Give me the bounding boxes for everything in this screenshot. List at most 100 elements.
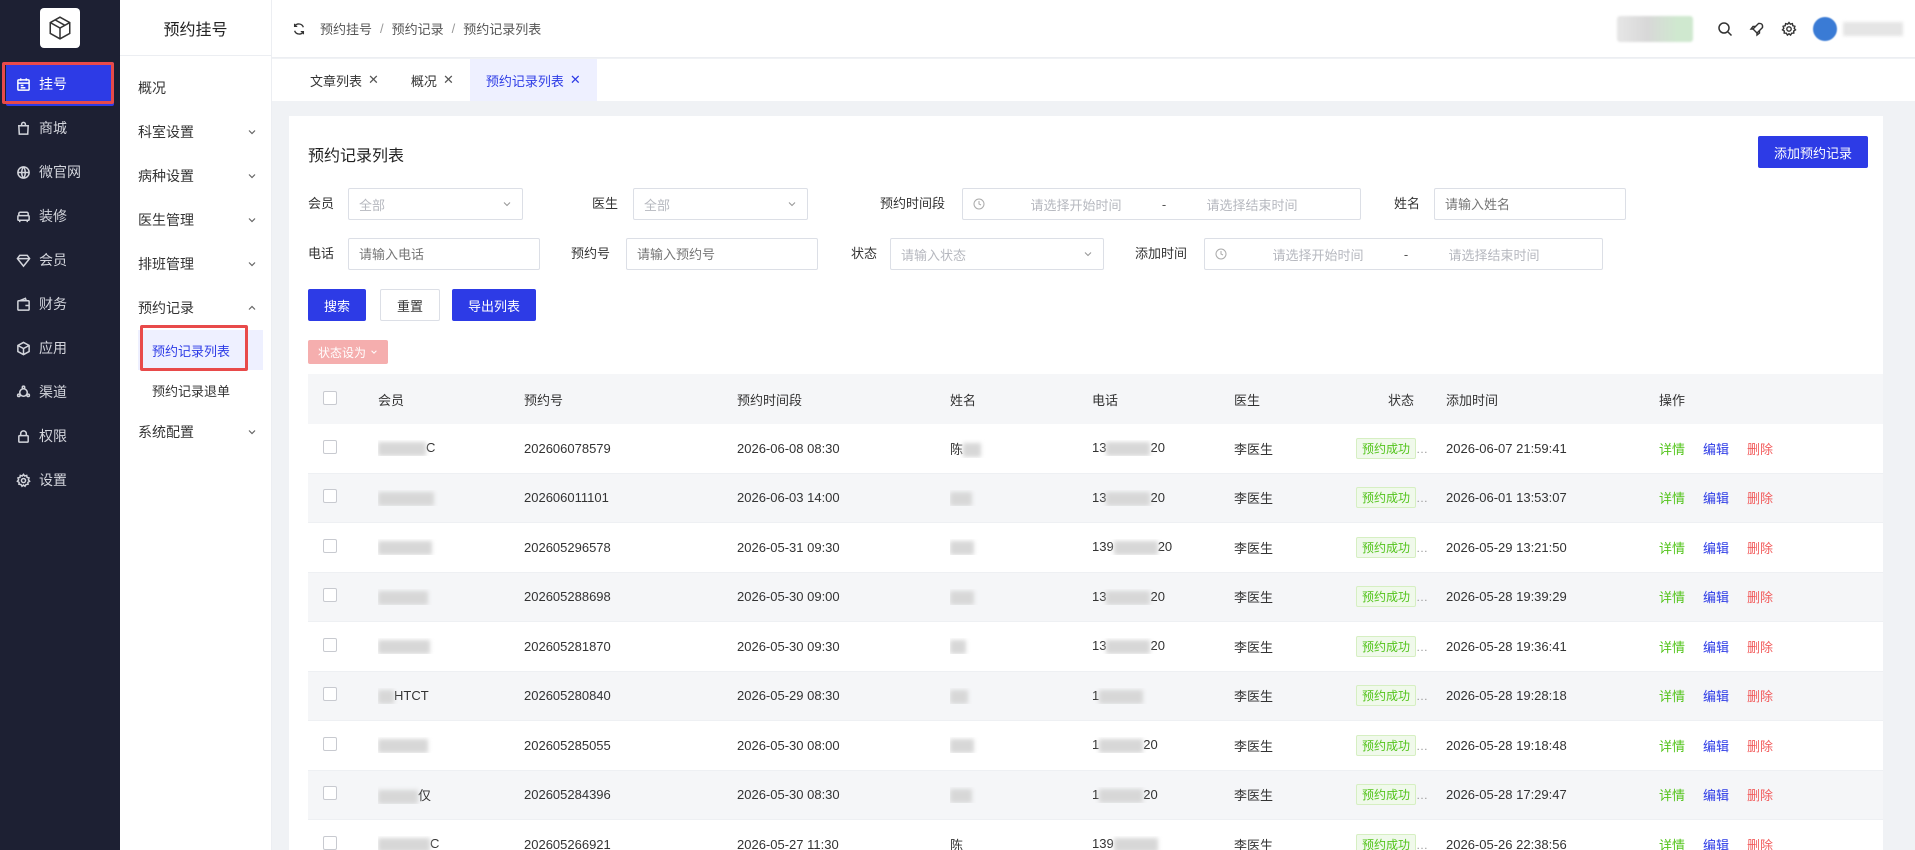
added-end[interactable]: 请选择结束时间 [1419,245,1569,264]
delete-link[interactable]: 删除 [1747,637,1773,656]
search-icon[interactable] [1717,21,1733,37]
edit-link[interactable]: 编辑 [1703,785,1729,804]
export-button[interactable]: 导出列表 [452,289,537,321]
edit-link[interactable]: 编辑 [1703,637,1729,656]
rail-item[interactable]: 财务 [0,282,120,326]
edit-link[interactable]: 编辑 [1703,587,1729,606]
rail-item[interactable]: 微官网 [0,150,120,194]
breadcrumb-item[interactable]: 预约记录 [392,19,444,38]
delete-link[interactable]: 删除 [1747,835,1773,850]
logo[interactable] [40,8,80,48]
cell-period: 2026-05-30 09:30 [737,638,840,654]
refresh-icon[interactable] [292,22,306,36]
added-range-picker[interactable]: 请选择开始时间 - 请选择结束时间 [1204,238,1603,270]
detail-link[interactable]: 详情 [1659,439,1685,458]
subnav-group[interactable]: 医生管理 [120,198,271,242]
appointment-no-input[interactable] [626,238,818,270]
rail-item[interactable]: 应用 [0,326,120,370]
rail-item[interactable]: 会员 [0,238,120,282]
edit-link[interactable]: 编辑 [1703,538,1729,557]
row-checkbox[interactable] [323,687,337,702]
row-checkbox[interactable] [323,637,337,652]
rail-item[interactable]: 商城 [0,106,120,150]
delete-link[interactable]: 删除 [1747,488,1773,507]
detail-link[interactable]: 详情 [1659,785,1685,804]
subnav-group[interactable]: 病种设置 [120,154,271,198]
detail-link[interactable]: 详情 [1659,587,1685,606]
row-checkbox[interactable] [323,439,337,454]
cell-status: 预约成功… [1356,586,1446,608]
detail-link[interactable]: 详情 [1659,488,1685,507]
subnav-item-system[interactable]: 系统配置 [120,410,271,454]
detail-link[interactable]: 详情 [1659,686,1685,705]
name-input[interactable] [1434,188,1626,220]
row-checkbox[interactable] [323,538,337,553]
gear-icon[interactable] [1781,21,1797,37]
delete-link[interactable]: 删除 [1747,686,1773,705]
cell-status: 预约成功… [1356,784,1446,806]
edit-link[interactable]: 编辑 [1703,835,1729,850]
breadcrumb-item[interactable]: 预约挂号 [320,19,372,38]
subnav-child[interactable]: 预约记录退单 [120,370,271,410]
chevron-up-icon [248,305,256,310]
tab[interactable]: 文章列表 ✕ [294,59,395,101]
phone-input[interactable] [348,238,540,270]
cell-period: 2026-06-08 08:30 [737,440,840,456]
added-start[interactable]: 请选择开始时间 [1243,245,1393,264]
tab[interactable]: 概况 ✕ [395,59,470,101]
blurred-text [378,739,428,754]
row-checkbox[interactable] [323,588,337,603]
rocket-icon[interactable] [1749,21,1765,37]
close-icon[interactable]: ✕ [570,72,581,88]
rail-item[interactable]: 挂号 [6,62,114,106]
subnav-group[interactable]: 排班管理 [120,242,271,286]
row-checkbox[interactable] [323,786,337,801]
rail-item[interactable]: 装修 [0,194,120,238]
delete-link[interactable]: 删除 [1747,538,1773,557]
member-select[interactable]: 全部 [348,188,523,220]
delete-link[interactable]: 删除 [1747,785,1773,804]
rail-item[interactable]: 设置 [0,458,120,502]
delete-link[interactable]: 删除 [1747,736,1773,755]
subnav-child[interactable]: 预约记录列表 [138,330,263,370]
status-select-placeholder: 请输入状态 [901,247,967,263]
set-status-dropdown[interactable]: 状态设为 [308,340,389,364]
row-checkbox[interactable] [323,736,337,751]
subnav-group[interactable]: 科室设置 [120,110,271,154]
delete-link[interactable]: 删除 [1747,439,1773,458]
row-checkbox[interactable] [323,835,337,850]
blurred-shop-selector[interactable] [1617,16,1693,42]
add-record-button[interactable]: 添加预约记录 [1757,136,1868,168]
rail-item[interactable]: 权限 [0,414,120,458]
rail-item[interactable]: 渠道 [0,370,120,414]
user-avatar-menu[interactable] [1813,16,1903,42]
edit-link[interactable]: 编辑 [1703,488,1729,507]
edit-link[interactable]: 编辑 [1703,686,1729,705]
subnav-item-overview[interactable]: 概况 [120,66,271,110]
cell-member: 仅 [378,785,524,804]
period-start[interactable]: 请选择开始时间 [1001,195,1151,214]
detail-link[interactable]: 详情 [1659,736,1685,755]
cell-doctor: 李医生 [1234,738,1274,754]
select-all-checkbox[interactable] [323,390,337,405]
detail-link[interactable]: 详情 [1659,538,1685,557]
row-checkbox[interactable] [323,489,337,504]
subnav-group[interactable]: 预约记录 [120,286,271,330]
period-end[interactable]: 请选择结束时间 [1177,195,1327,214]
delete-link[interactable]: 删除 [1747,587,1773,606]
close-icon[interactable]: ✕ [368,72,379,88]
period-range-picker[interactable]: 请选择开始时间 - 请选择结束时间 [962,188,1361,220]
edit-link[interactable]: 编辑 [1703,736,1729,755]
close-icon[interactable]: ✕ [443,72,454,88]
status-select[interactable]: 请输入状态 [890,238,1104,270]
detail-link[interactable]: 详情 [1659,835,1685,850]
doctor-select[interactable]: 全部 [633,188,808,220]
detail-link[interactable]: 详情 [1659,637,1685,656]
breadcrumb-separator: / [380,21,384,36]
cell-appointment-no: 202605266921 [524,836,611,850]
cell-status: 预约成功… [1356,734,1446,756]
tab[interactable]: 预约记录列表 ✕ [469,59,597,101]
search-button[interactable]: 搜索 [308,289,367,321]
edit-link[interactable]: 编辑 [1703,439,1729,458]
reset-button[interactable]: 重置 [380,289,441,321]
